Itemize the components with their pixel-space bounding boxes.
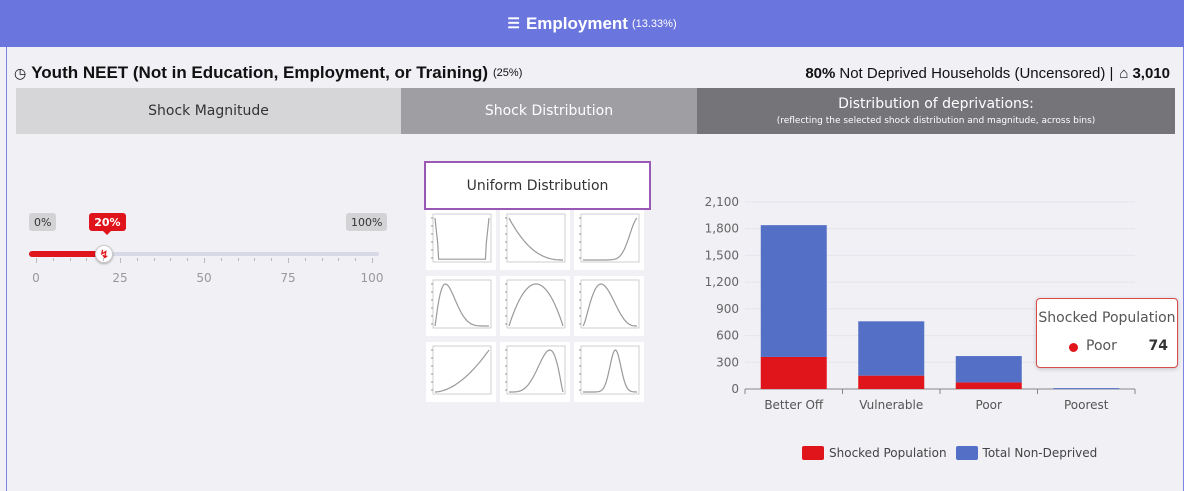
slider-tick-label: 75 [280,271,296,285]
distribution-thumbnail[interactable] [500,342,570,402]
bar-total[interactable] [858,321,925,376]
slider-tick [271,258,273,261]
legend-swatch-shocked[interactable] [802,446,824,460]
selected-distribution-label: Uniform Distribution [466,177,609,194]
not-deprived-label: Not Deprived Households (Uncensored) | [839,64,1114,82]
not-deprived-pct: 80% [805,64,836,82]
indicator-title: Youth NEET (Not in Education, Employment… [31,63,489,82]
layers-icon: ☰ [507,15,520,31]
bar-shocked[interactable] [760,356,827,389]
slider-tick [304,258,306,261]
y-tick-label: 300 [716,355,739,369]
bar-total[interactable] [760,225,827,357]
x-tick-label: Poor [976,398,1002,412]
distribution-thumbnail[interactable] [426,210,496,270]
y-tick-label: 2,100 [705,195,739,209]
slider-tick [153,258,155,261]
distribution-thumbnail[interactable] [574,210,644,270]
slider-fill [29,251,104,257]
indicator-weight: (25%) [493,67,523,79]
y-tick-label: 1,500 [705,248,739,262]
tab-shock-magnitude[interactable]: Shock Magnitude [16,88,401,134]
y-tick-label: 0 [731,382,739,396]
deprivations-title: Distribution of deprivations: [838,96,1034,112]
x-tick-label: Poorest [1064,398,1109,412]
slider-value-badge: 20% [89,213,126,235]
slider-tick [204,258,205,263]
slider-tick-label: 0 [32,271,40,285]
category-title: Employment [525,13,628,33]
distribution-thumbnail[interactable] [426,276,496,336]
slider-tick [372,258,373,263]
legend-label-total[interactable]: Total Non-Deprived [983,446,1098,460]
household-count: 3,010 [1132,64,1170,82]
slider-tick-label: 50 [196,271,212,285]
slider-tick [237,258,239,261]
category-header: ☰ Employment (13.33%) [0,0,1184,47]
slider-tick [36,258,37,263]
gauge-icon: ◷ [14,64,27,81]
slider-tick [288,258,289,263]
selected-distribution[interactable]: Uniform Distribution [424,161,651,210]
home-icon: ⌂ [1119,64,1129,82]
distribution-thumbnail[interactable] [574,342,644,402]
chart-tooltip: Shocked Population Poor 74 [1036,298,1178,368]
slider-tick [52,258,54,261]
indicator-heading: ◷ Youth NEET (Not in Education, Employme… [14,63,522,83]
lightning-icon: ↯ [99,248,109,261]
y-tick-label: 900 [716,302,739,316]
category-weight: (13.33%) [631,17,677,30]
slider-tick [69,258,71,261]
y-tick-label: 1,200 [705,275,739,289]
slider-tick [355,258,357,261]
tooltip-label: Poor [1086,338,1117,354]
distribution-thumbnail[interactable] [500,210,570,270]
indicator-row: ◷ Youth NEET (Not in Education, Employme… [14,58,1174,88]
tab-shock-magnitude-label: Shock Magnitude [148,103,269,119]
slider-tick [86,258,88,261]
distribution-thumbnail[interactable] [426,342,496,402]
tab-distribution-of-deprivations[interactable]: Distribution of deprivations: (reflectin… [697,88,1175,134]
slider-tick [321,258,323,261]
bar-shocked[interactable] [955,382,1022,389]
slider-tick [170,258,172,261]
slider-tick [220,258,222,261]
slider-tick [254,258,256,261]
legend-swatch-total[interactable] [955,446,978,460]
slider-tick [136,258,138,261]
bar-total[interactable] [955,356,1022,383]
tab-shock-distribution[interactable]: Shock Distribution [401,88,697,134]
tooltip-dot [1069,343,1078,352]
x-tick-label: Vulnerable [859,398,923,412]
tooltip-value: 74 [1148,338,1168,354]
bar-shocked[interactable] [858,375,925,389]
tooltip-title: Shocked Population [1038,310,1176,326]
y-tick-label: 1,800 [705,222,739,236]
y-tick-label: 600 [716,329,739,343]
legend-label-shocked[interactable]: Shocked Population [829,446,947,460]
chart-legend: Shocked Population Total Non-Deprived [802,443,1097,463]
tab-shock-distribution-label: Shock Distribution [484,103,614,119]
bar-total[interactable] [1053,388,1120,390]
slider-tick [120,258,121,263]
slider-tick-label: 25 [112,271,128,285]
slider-tick [103,258,105,261]
household-info: 80% Not Deprived Households (Uncensored)… [805,65,1174,82]
distribution-thumbnail[interactable] [500,276,570,336]
slider-tick [338,258,340,261]
slider-min-label: 0% [29,213,57,231]
distribution-thumbnail[interactable] [574,276,644,336]
slider-tick [187,258,189,261]
slider-tick-label: 100 [360,271,384,285]
x-tick-label: Better Off [764,398,824,412]
slider-max-label: 100% [346,213,388,231]
deprivations-subtitle: (reflecting the selected shock distribut… [776,116,1096,126]
